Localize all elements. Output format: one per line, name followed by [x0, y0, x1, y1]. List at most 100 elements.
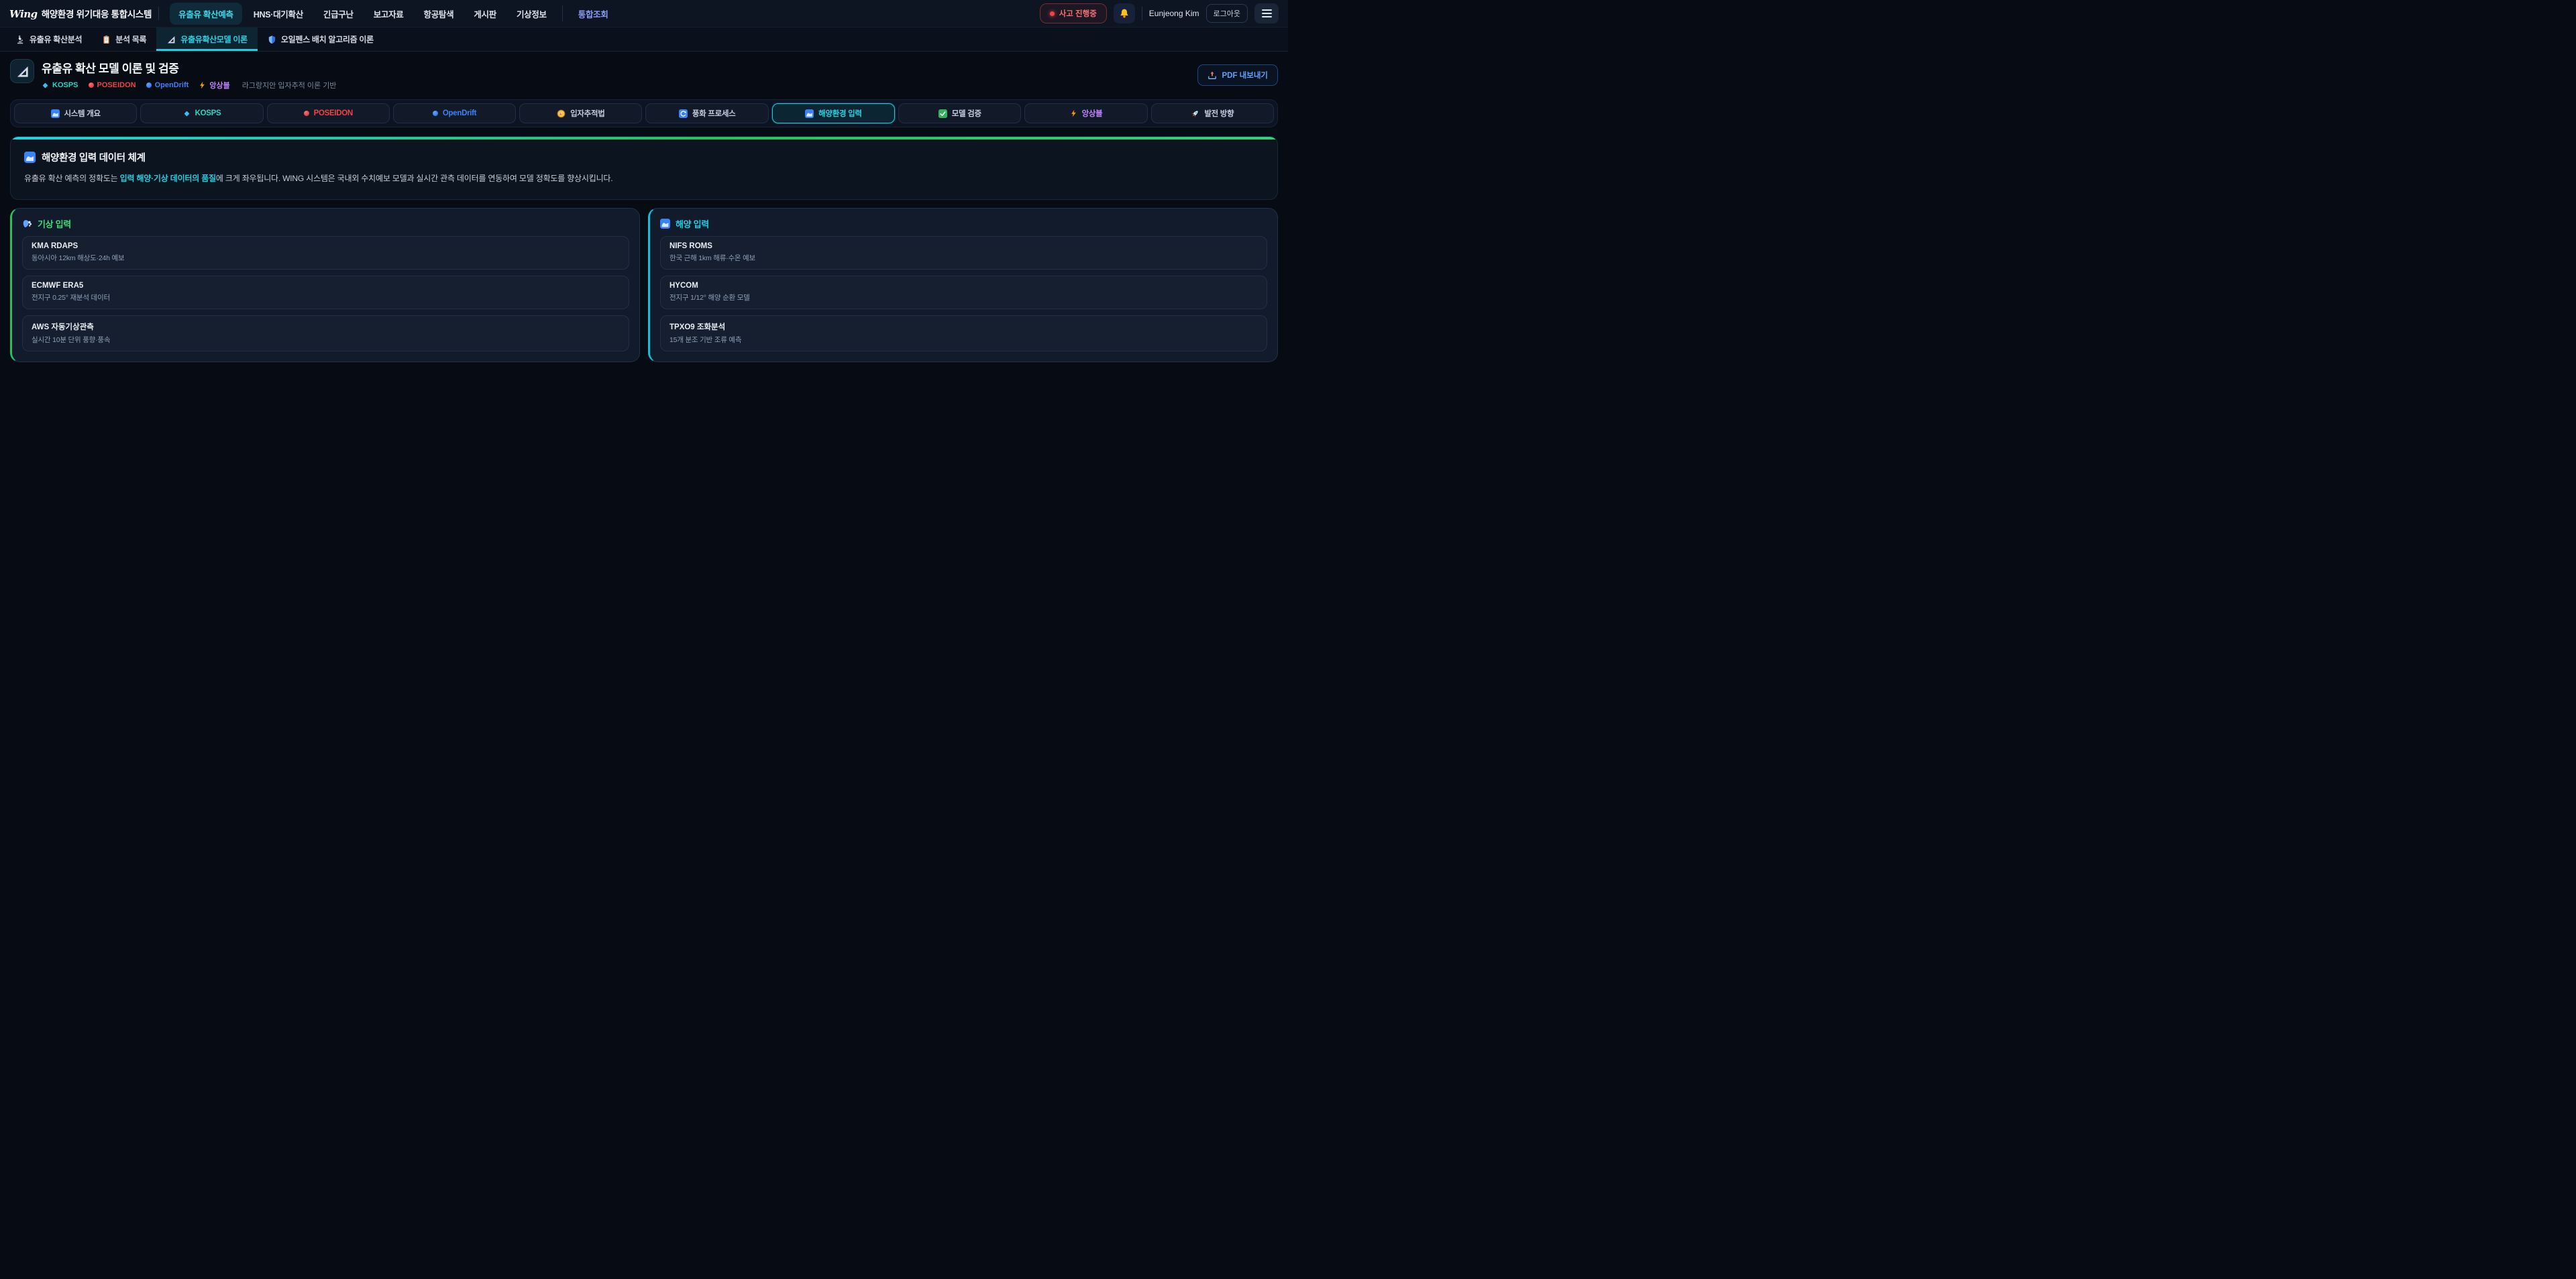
bell-icon: [1119, 8, 1130, 19]
nav-emergency-rescue[interactable]: 긴급구난: [315, 3, 362, 25]
tab-analysis-list[interactable]: 분석 목록: [92, 27, 156, 51]
section-model-validation[interactable]: 모델 검증: [898, 103, 1021, 123]
blue-dot-icon: [433, 111, 438, 116]
data-source-name: KMA RDAPS: [32, 242, 620, 250]
red-dot-icon: [304, 111, 309, 116]
data-source-name: ECMWF ERA5: [32, 282, 620, 290]
page-header-text: 유출유 확산 모델 이론 및 검증 KOSPS POSEIDON OpenDri…: [42, 59, 336, 91]
shield-icon: [268, 35, 276, 44]
data-source-name: NIFS ROMS: [669, 242, 1258, 250]
triangle-ruler-icon: [166, 35, 176, 44]
badge-kosps: KOSPS: [42, 81, 78, 89]
check-icon: [938, 109, 947, 118]
page-subtitle: 라그랑지안 입자추적 이론 기반: [242, 80, 337, 91]
section-opendrift[interactable]: OpenDrift: [393, 103, 516, 123]
overview-description: 유출유 확산 예측의 정확도는 입력 해양·기상 데이터의 품질에 크게 좌우됩…: [24, 172, 1264, 186]
wind-icon: [22, 219, 32, 229]
nav-aerial-search[interactable]: 항공탐색: [415, 3, 463, 25]
highlighted-phrase: 입력 해양·기상 데이터의 품질: [120, 174, 216, 183]
red-dot-icon: [89, 82, 94, 88]
ocean-card-title: 해양 입력: [660, 217, 1267, 230]
incident-status-badge[interactable]: 사고 진행중: [1040, 3, 1107, 23]
page-content: 유출유 확산 모델 이론 및 검증 KOSPS POSEIDON OpenDri…: [0, 59, 1288, 382]
wave-icon: [51, 109, 60, 118]
page-header: 유출유 확산 모델 이론 및 검증 KOSPS POSEIDON OpenDri…: [10, 59, 1278, 91]
section-marine-environment-input[interactable]: 해양환경 입력: [772, 103, 895, 123]
refresh-icon: [679, 109, 688, 118]
diamond-icon: [183, 110, 191, 117]
section-system-overview[interactable]: 시스템 개요: [14, 103, 137, 123]
badge-poseidon: POSEIDON: [89, 81, 136, 89]
list-item: NIFS ROMS 한국 근해 1km 해류·수온 예보: [660, 236, 1267, 270]
section-ensemble[interactable]: 앙상블: [1024, 103, 1147, 123]
ocean-input-card: 해양 입력 NIFS ROMS 한국 근해 1km 해류·수온 예보 HYCOM…: [648, 208, 1278, 362]
tab-label: 유출유 확산분석: [30, 34, 82, 45]
list-item: TPXO9 조화분석 15개 분조 기반 조류 예측: [660, 315, 1267, 351]
data-source-desc: 전지구 1/12° 해양 순환 모델: [669, 292, 1258, 302]
tab-label: 분석 목록: [115, 34, 146, 45]
nav-reports[interactable]: 보고자료: [365, 3, 413, 25]
incident-label: 사고 진행중: [1059, 8, 1097, 19]
triangle-ruler-icon: [15, 64, 30, 78]
hamburger-icon: [1262, 9, 1272, 11]
section-nav: 시스템 개요 KOSPS POSEIDON OpenDrift 입자추적법: [10, 99, 1278, 127]
page-icon-box: [10, 59, 34, 83]
clipboard-icon: [102, 35, 111, 44]
data-source-name: HYCOM: [669, 282, 1258, 290]
section-particle-tracking[interactable]: 입자추적법: [519, 103, 642, 123]
list-item: KMA RDAPS 동아시아 12km 해상도·24h 예보: [22, 236, 629, 270]
incident-dot-icon: [1050, 11, 1055, 16]
topbar-right: 사고 진행중 Eunjeong Kim 로그아웃: [1040, 3, 1279, 23]
data-source-desc: 전지구 0.25° 재분석 데이터: [32, 292, 620, 302]
sub-tabbar: 유출유 확산분석 분석 목록 유출유확산모델 이론 오일펜스 배치 알고리즘 이…: [0, 27, 1288, 52]
blue-dot-icon: [146, 82, 152, 88]
logout-button[interactable]: 로그아웃: [1206, 4, 1248, 23]
data-source-desc: 동아시아 12km 해상도·24h 예보: [32, 253, 620, 263]
nav-hns-diffusion[interactable]: HNS·대기확산: [245, 3, 312, 25]
logo-wing-wordmark: Wing: [9, 8, 38, 20]
pdf-export-button[interactable]: PDF 내보내기: [1197, 64, 1278, 86]
topbar: Wing 해양환경 위기대응 통합시스템 유출유 확산예측 HNS·대기확산 긴…: [0, 0, 1288, 27]
pdf-export-label: PDF 내보내기: [1222, 70, 1268, 80]
tab-spill-analysis[interactable]: 유출유 확산분석: [5, 27, 92, 51]
nav-oil-spill-prediction[interactable]: 유출유 확산예측: [170, 3, 242, 25]
tab-oil-fence-algorithm-theory[interactable]: 오일펜스 배치 알고리즘 이론: [258, 27, 384, 51]
data-source-name: AWS 자동기상관측: [32, 321, 620, 332]
data-source-name: TPXO9 조화분석: [669, 321, 1258, 332]
notifications-button[interactable]: [1114, 3, 1135, 23]
nav-integrated-search[interactable]: 통합조회: [570, 3, 617, 25]
page-title: 유출유 확산 모델 이론 및 검증: [42, 59, 336, 76]
weather-input-card: 기상 입력 KMA RDAPS 동아시아 12km 해상도·24h 예보 ECM…: [10, 208, 640, 362]
overview-body: 해양환경 입력 데이터 체계 유출유 확산 예측의 정확도는 입력 해양·기상 …: [11, 140, 1277, 199]
data-source-desc: 한국 근해 1km 해류·수온 예보: [669, 253, 1258, 263]
nav-weather-info[interactable]: 기상정보: [508, 3, 555, 25]
lightning-icon: [1070, 109, 1077, 117]
compass-icon: [557, 109, 566, 118]
section-kosps[interactable]: KOSPS: [140, 103, 263, 123]
data-source-desc: 15개 분조 기반 조류 예측: [669, 335, 1258, 345]
section-poseidon[interactable]: POSEIDON: [267, 103, 390, 123]
section-future-direction[interactable]: 발전 방향: [1151, 103, 1274, 123]
app-title: 해양환경 위기대응 통합시스템: [42, 7, 152, 20]
nav-board[interactable]: 게시판: [465, 3, 505, 25]
section-weathering-process[interactable]: 풍화 프로세스: [645, 103, 768, 123]
user-name: Eunjeong Kim: [1149, 9, 1199, 18]
menu-button[interactable]: [1254, 3, 1279, 23]
lightning-icon: [199, 81, 206, 89]
list-item: ECMWF ERA5 전지구 0.25° 재분석 데이터: [22, 276, 629, 309]
divider: [158, 7, 159, 20]
app-logo[interactable]: Wing 해양환경 위기대응 통합시스템: [9, 7, 152, 20]
tab-spill-model-theory[interactable]: 유출유확산모델 이론: [156, 27, 258, 51]
model-badges: KOSPS POSEIDON OpenDrift 앙상블 라그랑지안 입자추적 …: [42, 80, 336, 91]
badge-opendrift: OpenDrift: [146, 81, 189, 89]
overview-heading: 해양환경 입력 데이터 체계: [24, 150, 1264, 164]
input-data-cards: 기상 입력 KMA RDAPS 동아시아 12km 해상도·24h 예보 ECM…: [10, 208, 1278, 382]
wave-icon: [660, 219, 670, 229]
overview-panel: 해양환경 입력 데이터 체계 유출유 확산 예측의 정확도는 입력 해양·기상 …: [10, 136, 1278, 200]
rocket-icon: [1191, 109, 1199, 118]
wave-icon: [805, 109, 814, 118]
badge-ensemble: 앙상블: [199, 80, 229, 91]
main-nav: 유출유 확산예측 HNS·대기확산 긴급구난 보고자료 항공탐색 게시판 기상정…: [170, 3, 616, 25]
list-item: AWS 자동기상관측 실시간 10분 단위 풍향·풍속: [22, 315, 629, 351]
list-item: HYCOM 전지구 1/12° 해양 순환 모델: [660, 276, 1267, 309]
